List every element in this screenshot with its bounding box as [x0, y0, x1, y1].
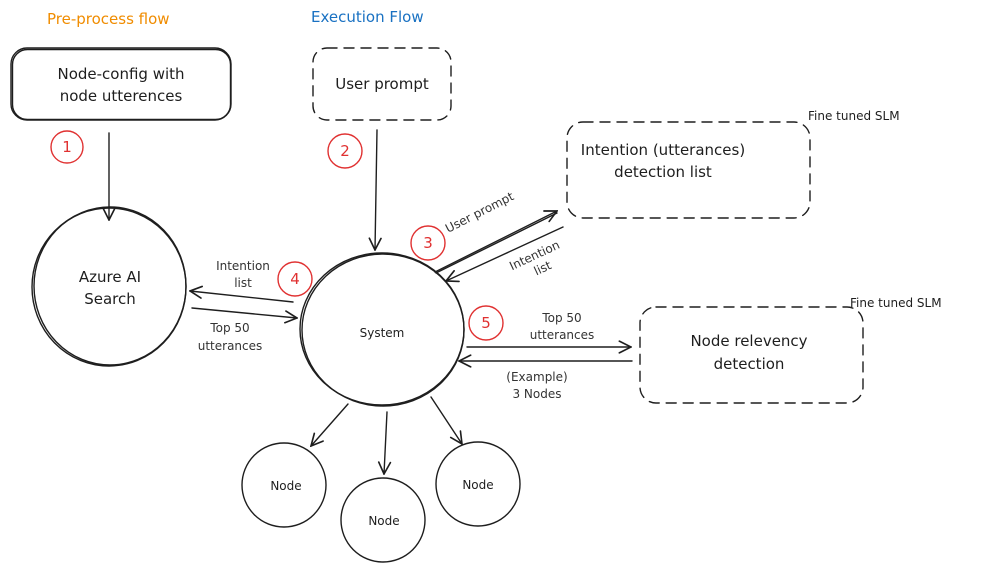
node-config-label-line1: Node-config with — [57, 65, 184, 83]
intention-detection-note: Fine tuned SLM — [808, 109, 900, 123]
arrow-system-to-node-3 — [430, 396, 462, 444]
azure-ai-search-node: Azure AI Search — [31, 206, 187, 367]
arrow-system-to-node-1 — [311, 403, 349, 446]
leaf-node: Node — [435, 441, 521, 527]
edge-label-example-line2: 3 Nodes — [512, 387, 561, 401]
edge-label-intention-list-right: Intention list — [507, 238, 562, 279]
system-label: System — [360, 326, 405, 340]
edge-label-top50-left-line1: Top 50 — [209, 321, 249, 335]
step-badge-4-text: 4 — [290, 270, 300, 288]
leaf-node-label: Node — [368, 514, 399, 528]
azure-search-label-line2: Search — [84, 290, 136, 308]
step-badge-3-text: 3 — [423, 234, 433, 252]
leaf-node: Node — [340, 477, 426, 563]
arrow-azure-to-system — [191, 307, 297, 318]
intention-detection-label-line1: Intention (utterances) — [581, 141, 745, 159]
edge-label-top50-left-line2: utterances — [198, 339, 263, 353]
edge-label-example-line1: (Example) — [506, 370, 567, 384]
execution-flow-title: Execution Flow — [311, 8, 424, 26]
leaf-node-label: Node — [270, 479, 301, 493]
step-badge-5: 5 — [468, 305, 504, 341]
leaf-node: Node — [241, 442, 327, 528]
intention-detection-label-line2: detection list — [614, 163, 712, 181]
step-badge-2: 2 — [327, 133, 363, 169]
node-config-label-line2: node utterences — [60, 87, 183, 105]
step-badge-3: 3 — [410, 225, 446, 261]
step-badge-1-text: 1 — [62, 138, 72, 156]
node-relevency-note: Fine tuned SLM — [850, 296, 942, 310]
user-prompt-box: User prompt — [312, 47, 452, 121]
leaf-node-label: Node — [462, 478, 493, 492]
user-prompt-label: User prompt — [335, 75, 429, 93]
step-badge-1: 1 — [50, 130, 84, 164]
edge-label-user-prompt: User prompt — [443, 189, 516, 236]
azure-search-label-line1: Azure AI — [79, 268, 141, 286]
step-badge-5-text: 5 — [481, 314, 491, 332]
node-relevency-label-line1: Node relevency — [690, 332, 807, 350]
flow-diagram: Pre-process flow Execution Flow Node-con… — [10, 8, 942, 563]
edge-label-intention-left-line1: Intention — [216, 259, 270, 273]
node-relevency-box: Node relevency detection Fine tuned SLM — [639, 296, 942, 404]
edge-label-top50-right-line1: Top 50 — [541, 311, 581, 325]
node-relevency-label-line2: detection — [714, 355, 785, 373]
arrow-system-to-node-2 — [384, 411, 387, 474]
edge-label-top50-right-line2: utterances — [530, 328, 595, 342]
arrow-system-to-azure — [190, 291, 294, 303]
preprocess-flow-title: Pre-process flow — [47, 10, 170, 28]
arrow-prompt-to-system — [375, 129, 377, 250]
step-badge-2-text: 2 — [340, 142, 350, 160]
edge-label-intention-left-line2: list — [234, 276, 252, 290]
node-config-box: Node-config with node utterences — [10, 47, 232, 121]
system-node: System — [299, 252, 465, 407]
intention-detection-box: Intention (utterances) detection list Fi… — [566, 109, 900, 219]
step-badge-4: 4 — [277, 261, 313, 297]
